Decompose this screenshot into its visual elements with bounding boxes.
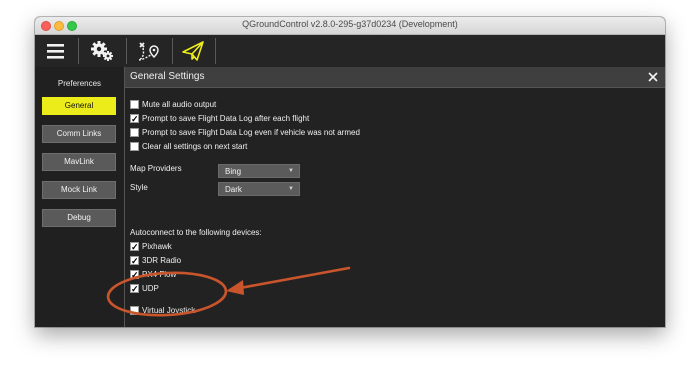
paper-plane-icon [182,41,204,61]
section-header: General Settings [125,67,665,88]
sidebar-item-mock-link[interactable]: Mock Link [42,181,116,199]
map-providers-select[interactable]: Bing ▼ [218,164,300,178]
autoconnect-udp-checkbox[interactable]: ✓ [130,284,139,294]
close-icon[interactable] [647,71,659,83]
autoconnect-3dr-radio-checkbox[interactable]: ✓ [130,256,139,266]
fly-view-button[interactable] [177,35,211,67]
toolbar-separator [215,38,216,64]
map-providers-label: Map Providers [130,164,182,173]
option-label: Virtual Joystick [142,306,196,315]
general-settings-panel: General Settings Mute all audio output ✓… [125,67,665,327]
chevron-down-icon: ▼ [288,168,294,174]
option-label: UDP [142,284,159,293]
sidebar-item-mavlink[interactable]: MavLink [42,153,116,171]
sidebar-item-general[interactable]: General [42,97,116,115]
preferences-sidebar: Preferences General Comm Links MavLink M… [35,67,125,327]
plan-route-icon [138,42,159,61]
hamburger-menu-button[interactable] [39,35,71,67]
title-bar: QGroundControl v2.8.0-295-g37d0234 (Deve… [35,17,665,35]
autoconnect-virtual-joystick-checkbox[interactable] [130,306,139,315]
preferences-heading: Preferences [57,79,102,88]
option-label: Mute all audio output [142,100,217,109]
style-value: Dark [225,185,242,194]
settings-button[interactable] [85,35,119,67]
option-label: PX4 Flow [142,270,177,279]
save-log-after-flight-checkbox[interactable]: ✓ [130,114,139,124]
option-label: Prompt to save Flight Data Log after eac… [142,114,310,123]
plan-view-button[interactable] [131,35,165,67]
main-toolbar [35,35,665,67]
style-select[interactable]: Dark ▼ [218,182,300,196]
toolbar-separator [172,38,173,64]
option-label: Prompt to save Flight Data Log even if v… [142,128,360,137]
mute-audio-checkbox[interactable] [130,100,139,109]
option-label: Clear all settings on next start [142,142,248,151]
toolbar-separator [78,38,79,64]
gears-icon [91,41,113,61]
autoconnect-px4-flow-checkbox[interactable]: ✓ [130,270,139,280]
app-window: QGroundControl v2.8.0-295-g37d0234 (Deve… [35,17,665,327]
window-title: QGroundControl v2.8.0-295-g37d0234 (Deve… [242,19,458,29]
style-label: Style [130,183,148,192]
hamburger-menu-icon [47,44,64,59]
sidebar-item-comm-links[interactable]: Comm Links [42,125,116,143]
clear-settings-checkbox[interactable] [130,142,139,151]
page-title: General Settings [130,71,205,82]
autoconnect-heading: Autoconnect to the following devices: [130,228,262,237]
save-log-not-armed-checkbox[interactable] [130,128,139,137]
autoconnect-pixhawk-checkbox[interactable]: ✓ [130,242,139,252]
chevron-down-icon: ▼ [288,186,294,192]
map-providers-value: Bing [225,167,242,176]
option-label: 3DR Radio [142,256,182,265]
option-label: Pixhawk [142,242,172,251]
sidebar-item-debug[interactable]: Debug [42,209,116,227]
toolbar-separator [126,38,127,64]
